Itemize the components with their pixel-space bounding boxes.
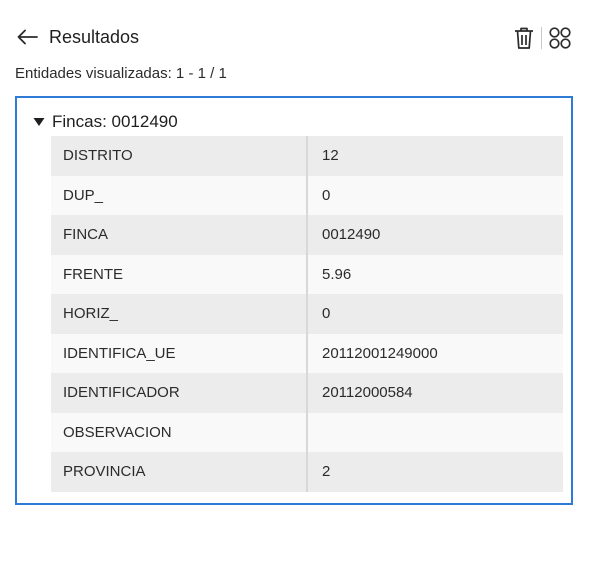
field-name: IDENTIFICA_UE	[51, 333, 307, 373]
field-name: FRENTE	[51, 254, 307, 294]
caret-down-icon	[33, 118, 45, 126]
table-row: DUP_ 0	[51, 175, 563, 215]
table-row: FRENTE 5.96	[51, 254, 563, 294]
feature-group-toggle[interactable]: Fincas: 0012490	[33, 110, 178, 134]
field-value: 20112000584	[306, 373, 563, 413]
field-value: 0	[306, 175, 563, 215]
field-value: 0012490	[306, 215, 563, 255]
back-button[interactable]	[14, 26, 40, 48]
grid-circles-icon	[549, 27, 571, 49]
feature-group-title: Fincas: 0012490	[52, 112, 178, 131]
field-name: DISTRITO	[51, 136, 307, 176]
field-name: FINCA	[51, 215, 307, 255]
clear-results-button[interactable]	[512, 25, 536, 51]
trash-icon	[515, 27, 533, 49]
field-value	[306, 412, 563, 452]
attribute-table: DISTRITO 12 DUP_ 0 FINCA 0012490 FRENTE …	[51, 136, 563, 492]
table-row: OBSERVACION	[51, 412, 563, 452]
field-name: OBSERVACION	[51, 412, 307, 452]
toolbar-divider	[541, 27, 542, 49]
field-name: DUP_	[51, 175, 307, 215]
field-value: 0	[306, 294, 563, 334]
field-name: PROVINCIA	[51, 452, 307, 492]
table-row: PROVINCIA 2	[51, 452, 563, 492]
field-name: HORIZ_	[51, 294, 307, 334]
field-name: IDENTIFICADOR	[51, 373, 307, 413]
table-row: IDENTIFICA_UE 20112001249000	[51, 333, 563, 373]
results-panel: Fincas: 0012490 DISTRITO 12 DUP_ 0 FINCA…	[15, 96, 573, 505]
table-row: DISTRITO 12	[51, 136, 563, 176]
table-row: IDENTIFICADOR 20112000584	[51, 373, 563, 413]
table-row: HORIZ_ 0	[51, 294, 563, 334]
page-title: Resultados	[49, 27, 140, 47]
field-value: 5.96	[306, 254, 563, 294]
layout-options-button[interactable]	[548, 26, 572, 50]
field-value: 2	[306, 452, 563, 492]
results-summary: Entidades visualizadas: 1 - 1 / 1	[15, 65, 227, 82]
table-row: FINCA 0012490	[51, 215, 563, 255]
arrow-left-icon	[17, 29, 38, 45]
results-header: Resultados	[0, 0, 594, 60]
field-value: 12	[306, 136, 563, 176]
field-value: 20112001249000	[306, 333, 563, 373]
